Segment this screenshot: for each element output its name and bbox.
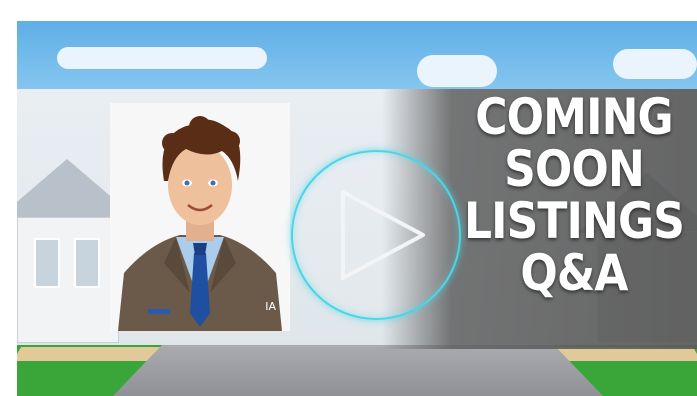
- play-button[interactable]: [291, 150, 461, 320]
- video-thumbnail[interactable]: IA COMING SOON LISTINGS Q&A: [17, 21, 697, 396]
- house: [17, 217, 119, 343]
- cloud: [57, 47, 267, 69]
- portrait-initials: IA: [265, 300, 276, 313]
- agent-avatar-illustration: [110, 103, 290, 331]
- road: [113, 345, 603, 396]
- title-line-2: SOON: [504, 140, 645, 198]
- cloud: [613, 49, 697, 79]
- agent-portrait: IA: [110, 103, 290, 331]
- title-line-3: LISTINGS: [463, 192, 685, 250]
- title-line-1: COMING: [475, 88, 673, 146]
- cloud: [417, 55, 497, 87]
- play-icon: [341, 190, 425, 280]
- video-title: COMING SOON LISTINGS Q&A: [459, 91, 690, 299]
- title-line-4: Q&A: [520, 244, 628, 302]
